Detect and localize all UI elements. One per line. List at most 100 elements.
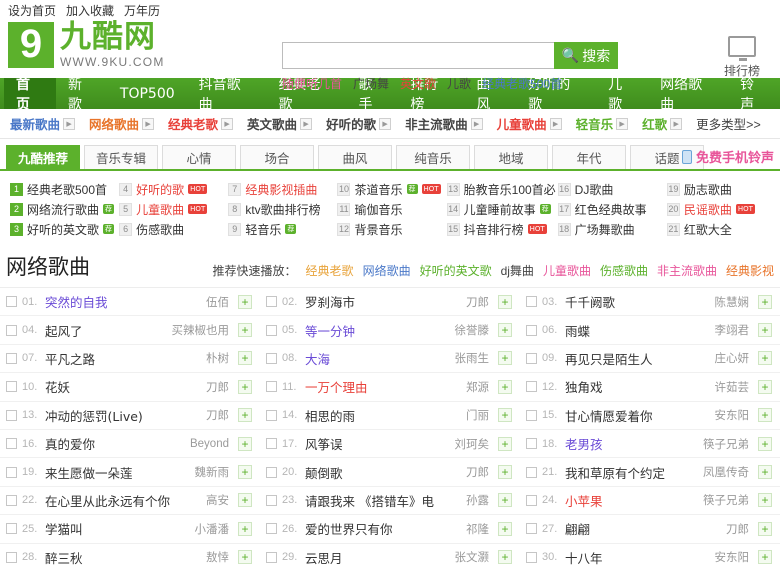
- add-to-playlist-icon[interactable]: +: [758, 436, 772, 451]
- grid-item-link[interactable]: 网络流行歌曲: [27, 201, 99, 218]
- song-checkbox[interactable]: [526, 409, 537, 421]
- subnav-link-2[interactable]: 经典老歌: [168, 114, 218, 133]
- add-to-playlist-icon[interactable]: +: [498, 351, 512, 366]
- song-checkbox[interactable]: [6, 409, 17, 421]
- hotword-2[interactable]: 英文歌: [400, 75, 436, 92]
- song-checkbox[interactable]: [266, 296, 277, 308]
- grid-item-link[interactable]: 经典老歌500首: [27, 181, 107, 198]
- add-to-playlist-icon[interactable]: +: [758, 351, 772, 366]
- grid-item-link[interactable]: 民谣歌曲: [684, 201, 732, 218]
- song-checkbox[interactable]: [266, 352, 277, 364]
- song-checkbox[interactable]: [6, 352, 17, 364]
- add-to-playlist-icon[interactable]: +: [758, 521, 772, 536]
- song-checkbox[interactable]: [6, 494, 17, 506]
- add-to-playlist-icon[interactable]: +: [758, 550, 772, 565]
- hotword-4[interactable]: 经典老歌500首: [482, 75, 562, 92]
- song-title-link[interactable]: 罗刹海市: [305, 292, 355, 311]
- song-checkbox[interactable]: [526, 438, 537, 450]
- song-title-link[interactable]: 云思月: [305, 548, 343, 567]
- free-ringtone-link[interactable]: 免费手机铃声: [681, 147, 774, 166]
- mainnav-item-11[interactable]: 铃声: [728, 77, 780, 113]
- mainnav-item-1[interactable]: 新歌: [56, 77, 108, 113]
- song-checkbox[interactable]: [266, 494, 277, 506]
- add-to-playlist-icon[interactable]: +: [238, 465, 252, 480]
- add-to-playlist-icon[interactable]: +: [758, 294, 772, 309]
- song-checkbox[interactable]: [266, 381, 277, 393]
- subnav-link-7[interactable]: 轻音乐: [576, 114, 614, 133]
- grid-item-link[interactable]: 励志歌曲: [684, 181, 732, 198]
- song-title-link[interactable]: 在心里从此永远有个你: [45, 491, 170, 510]
- quickplay-link-7[interactable]: 经典影视: [726, 262, 774, 279]
- song-checkbox[interactable]: [266, 438, 277, 450]
- mainnav-item-2[interactable]: TOP500: [108, 78, 187, 109]
- song-checkbox[interactable]: [526, 296, 537, 308]
- song-title-link[interactable]: 花妖: [45, 377, 70, 396]
- hotword-0[interactable]: 随便听几首: [282, 75, 342, 92]
- song-checkbox[interactable]: [6, 324, 17, 336]
- play-icon[interactable]: ▶: [470, 117, 483, 130]
- subnav-link-6[interactable]: 儿童歌曲: [497, 114, 547, 133]
- search-button[interactable]: 🔍 搜索: [554, 42, 618, 69]
- add-to-playlist-icon[interactable]: +: [238, 493, 252, 508]
- song-title-link[interactable]: 平凡之路: [45, 349, 95, 368]
- mainnav-item-0[interactable]: 首页: [4, 77, 56, 113]
- subnav-link-0[interactable]: 最新歌曲: [10, 114, 60, 133]
- grid-item-link[interactable]: 伤感歌曲: [136, 221, 184, 238]
- song-checkbox[interactable]: [6, 551, 17, 563]
- add-to-playlist-icon[interactable]: +: [498, 465, 512, 480]
- grid-item-link[interactable]: 经典影视插曲: [245, 181, 317, 198]
- tab-7[interactable]: 年代: [552, 145, 626, 169]
- play-icon[interactable]: ▶: [549, 117, 562, 130]
- quickplay-link-3[interactable]: dj舞曲: [501, 262, 534, 279]
- rank-shortcut[interactable]: 排行榜: [718, 36, 766, 79]
- tab-0[interactable]: 九酷推荐: [6, 145, 80, 169]
- subnav-link-3[interactable]: 英文歌曲: [247, 114, 297, 133]
- add-to-playlist-icon[interactable]: +: [238, 550, 252, 565]
- song-title-link[interactable]: 千千阙歌: [565, 292, 615, 311]
- grid-item-link[interactable]: 儿童歌曲: [136, 201, 184, 218]
- song-title-link[interactable]: 请跟我来 《搭错车》电: [305, 491, 434, 510]
- add-to-playlist-icon[interactable]: +: [758, 379, 772, 394]
- subnav-link-1[interactable]: 网络歌曲: [89, 114, 139, 133]
- song-checkbox[interactable]: [526, 551, 537, 563]
- add-to-playlist-icon[interactable]: +: [238, 408, 252, 423]
- quickplay-link-4[interactable]: 儿童歌曲: [543, 262, 591, 279]
- search-input[interactable]: [282, 42, 554, 69]
- song-title-link[interactable]: 大海: [305, 349, 330, 368]
- song-title-link[interactable]: 老男孩: [565, 434, 603, 453]
- quickplay-link-2[interactable]: 好听的英文歌: [420, 262, 492, 279]
- song-title-link[interactable]: 雨蝶: [565, 321, 590, 340]
- subnav-link-8[interactable]: 红歌: [642, 114, 667, 133]
- song-checkbox[interactable]: [526, 324, 537, 336]
- song-checkbox[interactable]: [6, 438, 17, 450]
- add-to-playlist-icon[interactable]: +: [238, 521, 252, 536]
- grid-item-link[interactable]: 轻音乐: [245, 221, 281, 238]
- play-icon[interactable]: ▶: [670, 117, 683, 130]
- grid-item-link[interactable]: 儿童睡前故事: [464, 201, 536, 218]
- hotword-1[interactable]: 广场舞: [353, 75, 389, 92]
- song-checkbox[interactable]: [266, 409, 277, 421]
- song-title-link[interactable]: 一万个理由: [305, 377, 368, 396]
- song-checkbox[interactable]: [526, 523, 537, 535]
- grid-item-link[interactable]: 胎教音乐100首必: [464, 181, 556, 198]
- song-title-link[interactable]: 风筝误: [305, 434, 343, 453]
- add-to-playlist-icon[interactable]: +: [498, 493, 512, 508]
- play-icon[interactable]: ▶: [63, 117, 76, 130]
- grid-item-link[interactable]: 茶道音乐: [354, 181, 402, 198]
- subnav-link-4[interactable]: 好听的歌: [326, 114, 376, 133]
- song-title-link[interactable]: 醉三秋: [45, 548, 83, 567]
- tab-1[interactable]: 音乐专辑: [84, 145, 158, 169]
- grid-item-link[interactable]: 抖音排行榜: [464, 221, 524, 238]
- set-homepage-link[interactable]: 设为首页: [8, 2, 56, 19]
- subnav-more-link[interactable]: 更多类型>>: [696, 114, 761, 133]
- grid-item-link[interactable]: 红色经典故事: [575, 201, 647, 218]
- song-checkbox[interactable]: [526, 381, 537, 393]
- song-title-link[interactable]: 颠倒歌: [305, 463, 343, 482]
- calendar-link[interactable]: 万年历: [124, 2, 160, 19]
- add-favorite-link[interactable]: 加入收藏: [66, 2, 114, 19]
- song-checkbox[interactable]: [6, 381, 17, 393]
- song-title-link[interactable]: 起风了: [45, 321, 83, 340]
- song-checkbox[interactable]: [266, 324, 277, 336]
- song-title-link[interactable]: 翩翩: [565, 519, 590, 538]
- song-title-link[interactable]: 爱的世界只有你: [305, 519, 393, 538]
